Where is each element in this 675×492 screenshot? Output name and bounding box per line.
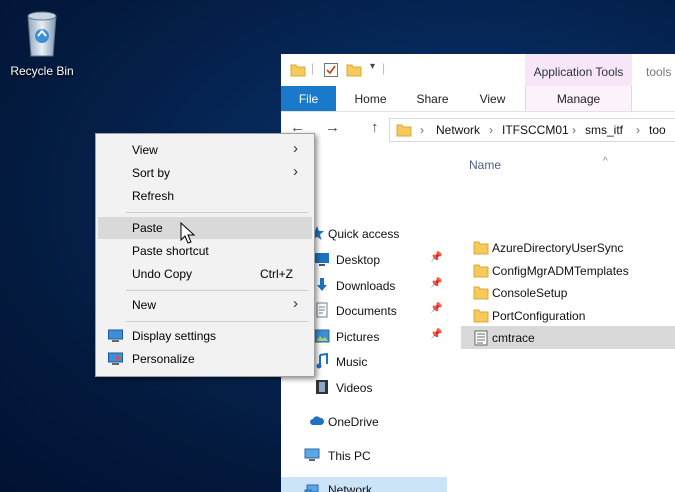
file-name: PortConfiguration [492, 309, 586, 323]
document-icon [316, 302, 328, 318]
nav-item-label: Pictures [336, 330, 380, 344]
file-name: ConfigMgrADMTemplates [492, 264, 629, 278]
folder-icon [290, 64, 306, 77]
contextual-tab-group: Application Tools [525, 54, 632, 86]
pin-icon: 📌 [430, 252, 443, 263]
pin-icon: 📌 [430, 278, 443, 289]
file-name: cmtrace [492, 331, 535, 345]
file-name: ConsoleSetup [492, 286, 568, 300]
desktop-icon [315, 253, 329, 266]
tab-view[interactable]: View [465, 86, 520, 111]
desktop-context-menu: View › Sort by › Refresh Paste Paste sho… [95, 133, 315, 377]
new-folder-icon[interactable] [346, 62, 362, 78]
nav-item-label: Videos [336, 381, 373, 395]
menu-item-view[interactable]: View › [98, 139, 312, 161]
application-icon [474, 330, 488, 346]
breadcrumb-tools[interactable]: too [649, 123, 666, 137]
title-bar: | ▾ | Application Tools tools [281, 54, 675, 86]
menu-item-undo-copy[interactable]: Undo Copy Ctrl+Z [98, 263, 312, 285]
display-icon [108, 329, 123, 342]
recycle-bin-icon [27, 11, 57, 57]
file-item[interactable]: ConfigMgrADMTemplates [461, 259, 675, 282]
menu-item-display-settings[interactable]: Display settings [98, 325, 312, 347]
tab-home[interactable]: Home [343, 86, 398, 111]
computer-icon [304, 448, 320, 461]
nav-item-label: Downloads [336, 279, 396, 293]
recycle-bin-label: Recycle Bin [10, 64, 74, 78]
network-icon [304, 484, 319, 492]
mouse-cursor-icon [180, 222, 196, 244]
nav-item-label: Desktop [336, 253, 381, 267]
customize-quick-access-icon[interactable]: ▾ [370, 61, 375, 72]
nav-item-this-pc[interactable]: This PC [281, 443, 447, 469]
menu-item-paste[interactable]: Paste [98, 217, 312, 239]
pictures-icon [314, 329, 330, 343]
window-title: tools [646, 65, 672, 79]
file-item[interactable]: AzureDirectoryUserSync [461, 236, 675, 259]
file-name: AzureDirectoryUserSync [492, 241, 624, 255]
folder-icon [473, 309, 489, 323]
nav-item-label: Quick access [328, 227, 400, 241]
pin-icon: 📌 [430, 329, 443, 340]
music-icon [316, 353, 328, 369]
folder-icon [473, 264, 489, 278]
menu-separator [126, 321, 308, 322]
address-row: ← → ↑ › Network › ITFSCCM01 › sms_itf › … [281, 113, 675, 147]
menu-item-personalize[interactable]: Personalize [98, 348, 312, 370]
breadcrumb-separator-icon: › [572, 123, 576, 137]
location-folder-icon [396, 124, 412, 137]
nav-item-network[interactable]: Network [281, 477, 447, 492]
file-explorer-window: | ▾ | Application Tools tools File Home … [281, 54, 675, 492]
nav-item-videos[interactable]: Videos [281, 375, 447, 401]
menu-item-paste-shortcut[interactable]: Paste shortcut [98, 240, 312, 262]
file-item-selected[interactable]: cmtrace [461, 326, 675, 349]
breadcrumb-itfsccm01[interactable]: ITFSCCM01 [502, 123, 569, 137]
up-button[interactable]: ↑ [371, 119, 379, 136]
breadcrumb-network[interactable]: Network [436, 123, 480, 137]
file-item[interactable]: ConsoleSetup [461, 281, 675, 304]
chevron-right-icon: › [293, 163, 298, 180]
breadcrumb-separator-icon: › [420, 123, 424, 137]
properties-icon[interactable] [323, 62, 339, 78]
shortcut-text: Ctrl+Z [260, 267, 293, 281]
menu-item-new[interactable]: New › [98, 294, 312, 316]
breadcrumb-sms-itf[interactable]: sms_itf [585, 123, 623, 137]
breadcrumb-separator-icon: › [489, 123, 493, 137]
nav-item-label: Music [336, 355, 368, 369]
tab-file[interactable]: File [281, 86, 336, 111]
nav-item-label: This PC [328, 449, 371, 463]
ribbon-tabs: File Home Share View Manage [281, 86, 675, 112]
menu-separator [126, 212, 308, 213]
address-bar[interactable]: › Network › ITFSCCM01 › sms_itf › too [389, 118, 675, 142]
file-item[interactable]: PortConfiguration [461, 304, 675, 327]
file-list: Name ^ AzureDirectoryUserSync ConfigMgrA… [461, 147, 675, 492]
folder-icon [473, 286, 489, 300]
nav-item-label: Network [328, 483, 373, 492]
breadcrumb-separator-icon: › [636, 123, 640, 137]
nav-item-onedrive[interactable]: OneDrive [281, 409, 447, 435]
chevron-right-icon: › [293, 140, 298, 157]
cloud-icon [310, 416, 325, 425]
menu-item-sort-by[interactable]: Sort by › [98, 162, 312, 184]
menu-item-refresh[interactable]: Refresh [98, 185, 312, 207]
tab-manage[interactable]: Manage [525, 86, 632, 111]
forward-button[interactable]: → [325, 119, 340, 136]
column-header-name[interactable]: Name ^ [469, 156, 608, 172]
video-icon [316, 380, 328, 394]
pin-icon: 📌 [430, 303, 443, 314]
folder-icon [473, 241, 489, 255]
tab-share[interactable]: Share [405, 86, 460, 111]
nav-item-label: OneDrive [328, 415, 379, 429]
download-icon [317, 278, 327, 291]
menu-separator [126, 290, 308, 291]
nav-item-label: Documents [336, 304, 397, 318]
chevron-right-icon: › [293, 295, 298, 312]
sort-ascending-icon: ^ [603, 156, 608, 167]
personalize-icon [108, 352, 123, 365]
